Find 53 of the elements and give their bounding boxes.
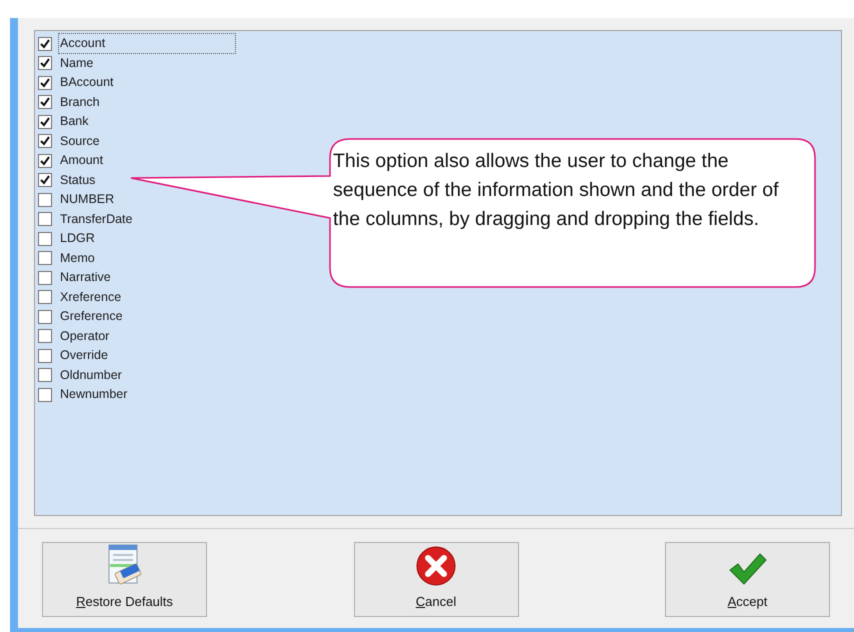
- checkbox[interactable]: [38, 310, 52, 324]
- checkbox[interactable]: [38, 134, 52, 148]
- field-label[interactable]: Branch: [58, 92, 102, 113]
- checkbox[interactable]: [38, 232, 52, 246]
- checkbox[interactable]: [38, 212, 52, 226]
- field-label[interactable]: Amount: [58, 150, 106, 172]
- close-icon: [416, 546, 456, 586]
- field-label[interactable]: LDGR: [58, 228, 97, 250]
- checkbox[interactable]: [38, 348, 52, 363]
- checkmark-icon: [40, 97, 50, 108]
- field-label[interactable]: Memo: [58, 248, 97, 269]
- checkmark-icon: [40, 38, 50, 49]
- checkmark-icon: [40, 156, 50, 166]
- callout-text: This option also allows the user to change the sequence of the information shown and the order of the columns, by dragging and dropping the fields.: [333, 149, 780, 232]
- checkmark-icon: [40, 175, 50, 186]
- checkmark-icon: [40, 78, 50, 88]
- checkbox[interactable]: [38, 290, 52, 304]
- checkbox[interactable]: [38, 388, 52, 402]
- field-label[interactable]: Newnumber: [58, 384, 130, 406]
- checkmark-icon: [728, 552, 768, 586]
- field-label[interactable]: Greference: [58, 306, 125, 328]
- field-label[interactable]: Bank: [58, 111, 90, 132]
- checkbox[interactable]: [38, 173, 52, 188]
- field-label[interactable]: Override: [58, 345, 110, 366]
- restore-button[interactable]: Restore Defaults: [42, 542, 207, 617]
- field-label[interactable]: Xreference: [58, 286, 124, 308]
- field-label[interactable]: Oldnumber: [58, 364, 124, 386]
- checkbox[interactable]: [38, 270, 52, 285]
- field-label[interactable]: Source: [58, 130, 102, 152]
- checkbox[interactable]: [38, 329, 52, 344]
- checkmark-icon: [40, 136, 50, 146]
- field-label[interactable]: Operator: [58, 326, 112, 347]
- checkmark-icon: [40, 58, 50, 68]
- accept-button[interactable]: Accept: [665, 542, 830, 617]
- checkbox[interactable]: [38, 95, 52, 110]
- checkmark-icon: [40, 116, 50, 127]
- checkbox[interactable]: [38, 154, 52, 168]
- field-label[interactable]: Status: [58, 170, 98, 191]
- field-label[interactable]: BAccount: [58, 72, 116, 94]
- cancel-button[interactable]: Cancel: [354, 542, 518, 617]
- field-label[interactable]: Narrative: [58, 267, 113, 288]
- checkbox[interactable]: [38, 368, 52, 382]
- checkbox[interactable]: [38, 56, 52, 70]
- checkbox[interactable]: [38, 114, 52, 129]
- checkbox[interactable]: [38, 251, 52, 266]
- checkbox[interactable]: [38, 76, 52, 90]
- field-label[interactable]: TransferDate: [58, 208, 134, 230]
- list-eraser-icon: [108, 544, 142, 586]
- field-label[interactable]: Account: [58, 33, 236, 54]
- checkbox[interactable]: [38, 192, 52, 207]
- checkbox[interactable]: [38, 36, 52, 51]
- field-label[interactable]: NUMBER: [58, 189, 116, 210]
- field-label[interactable]: Name: [58, 52, 96, 74]
